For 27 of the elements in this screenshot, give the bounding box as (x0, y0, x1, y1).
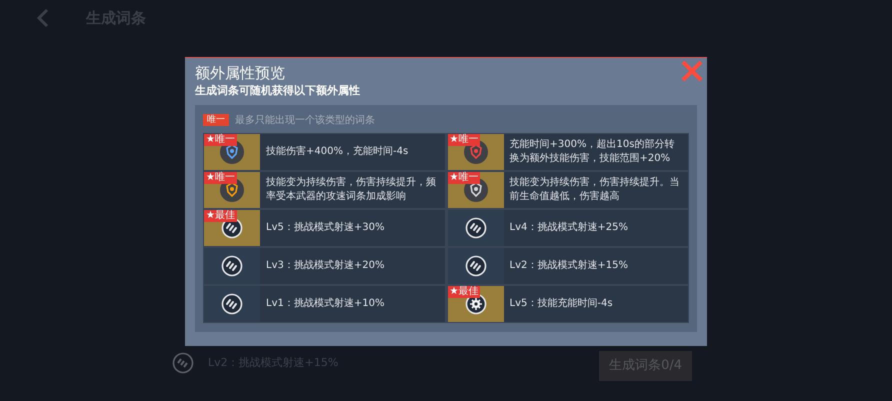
item-text: 技能变为持续伤害，伤害持续提升。当前生命值越低，伤害越高 (510, 176, 680, 204)
item-text: 充能时间+300%，超出10s的部分转换为额外技能伤害，技能范围+20% (510, 138, 676, 166)
unique-tag: 唯一 (203, 114, 229, 126)
item-text: Lv1：挑战模式射速+10% (266, 297, 384, 311)
item-text: Lv3：挑战模式射速+20% (266, 259, 384, 273)
item-text: Lv5：挑战模式射速+30% (266, 221, 384, 235)
bullets-icon (221, 293, 243, 315)
bullets-icon (221, 255, 243, 277)
item-text: Lv4：挑战模式射速+25% (510, 221, 628, 235)
item-badge: ★唯一 (448, 172, 480, 184)
item-badge: ★唯一 (448, 134, 480, 146)
item-badge: ★最佳 (448, 286, 480, 298)
legend-text: 最多只能出现一个该类型的词条 (235, 114, 375, 128)
back-icon[interactable] (36, 8, 50, 28)
bullets-icon (464, 255, 486, 277)
item-badge: ★唯一 (204, 134, 237, 146)
dialog-title: 额外属性预览 (195, 63, 285, 84)
dialog-subtitle: 生成词条可随机获得以下额外属性 (195, 82, 361, 98)
item-text: 技能伤害+400%，充能时间-4s (266, 145, 408, 159)
item-text: Lv5：技能充能时间-4s (510, 297, 613, 311)
item-badge: ★唯一 (204, 172, 237, 184)
item-badge: ★最佳 (204, 210, 237, 222)
close-icon[interactable] (679, 58, 705, 84)
bullets-icon (464, 217, 486, 239)
bullets-icon (172, 352, 194, 374)
item-text: Lv2：挑战模式射速+15% (510, 259, 628, 273)
item-text: 技能变为持续伤害，伤害持续提升，频率受本武器的攻速词条加成影响 (266, 176, 437, 204)
